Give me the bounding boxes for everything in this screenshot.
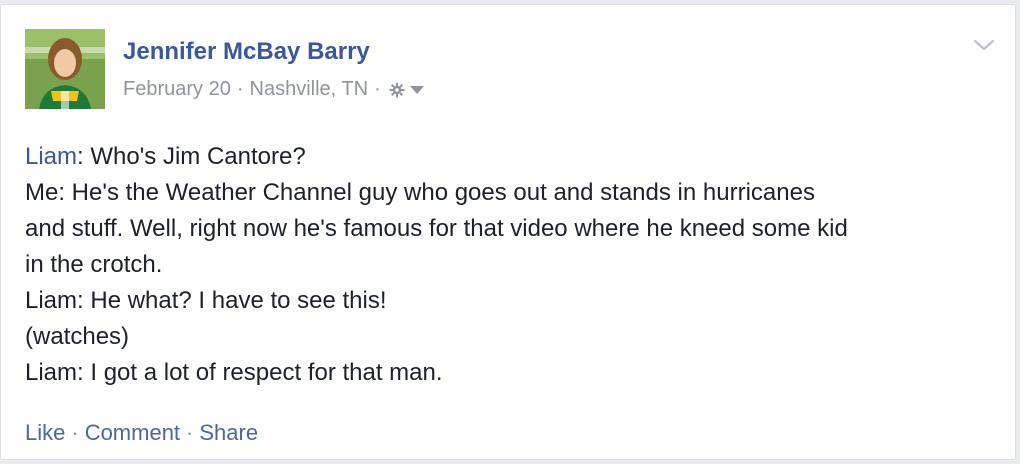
post-line: Liam: Who's Jim Cantore? — [25, 139, 995, 175]
post-meta: February 20 · Nashville, TN · — [123, 78, 425, 101]
post-card: Jennifer McBay Barry February 20 · Nashv… — [0, 4, 1016, 460]
post-line: (watches) — [25, 323, 130, 350]
meta-separator: · — [236, 78, 244, 100]
meta-separator: · — [374, 78, 381, 100]
post-menu-button[interactable] — [971, 35, 997, 55]
like-link[interactable]: Like — [25, 420, 65, 445]
comment-link[interactable]: Comment — [85, 420, 180, 445]
post-line: Liam: I got a lot of respect for that ma… — [25, 359, 443, 386]
post-location[interactable]: Nashville, TN — [250, 78, 369, 101]
gear-icon — [389, 82, 405, 97]
action-separator: · — [71, 420, 79, 445]
post-line: Liam: He what? I have to see this! — [25, 287, 387, 314]
action-separator: · — [186, 420, 194, 445]
post-line-text: : Who's Jim Cantore? — [77, 143, 306, 170]
post-line: and stuff. Well, right now he's famous f… — [25, 215, 848, 242]
caret-down-icon — [409, 85, 424, 94]
post-body: Liam: Who's Jim Cantore? Me: He's the We… — [25, 139, 995, 391]
post-line: in the crotch. — [25, 251, 163, 278]
privacy-selector[interactable] — [389, 82, 425, 98]
avatar[interactable] — [25, 29, 105, 109]
post-line: Me: He's the Weather Channel guy who goe… — [25, 179, 815, 206]
post-date[interactable]: February 20 — [123, 78, 231, 101]
author-name[interactable]: Jennifer McBay Barry — [123, 38, 370, 66]
mention-link[interactable]: Liam — [25, 143, 77, 170]
chevron-down-icon — [973, 39, 995, 51]
share-link[interactable]: Share — [199, 420, 258, 445]
post-actions: Like · Comment · Share — [25, 420, 258, 446]
